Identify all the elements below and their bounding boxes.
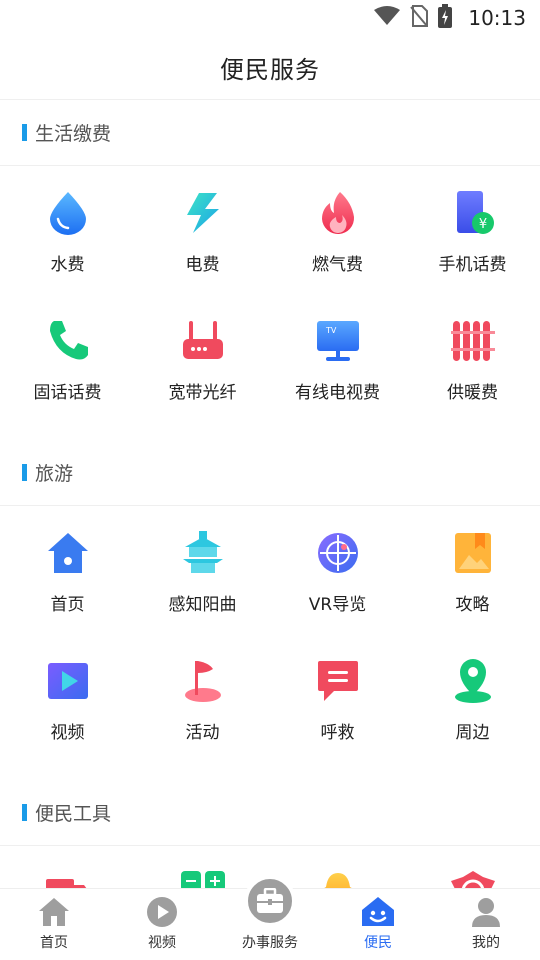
house-icon xyxy=(43,528,93,578)
phone-recharge-icon: ¥ xyxy=(448,188,498,238)
smile-icon xyxy=(360,894,396,930)
item-label: 手机话费 xyxy=(438,255,507,275)
grid-item-video[interactable]: 视频 xyxy=(0,652,135,780)
grid-item-nearby[interactable]: 周边 xyxy=(405,652,540,780)
flag-icon xyxy=(178,656,228,706)
nav-label: 便民 xyxy=(364,935,392,951)
content-scroll[interactable]: 生活缴费 水费 电费 燃气费 ¥ 手机话费 固话话费 宽带光纤 TV 有线电视费… xyxy=(0,100,540,888)
message-icon xyxy=(313,656,363,706)
radiator-icon xyxy=(448,316,498,366)
grid-item-mobile-bill[interactable]: ¥ 手机话费 xyxy=(405,184,540,312)
svg-text:TV: TV xyxy=(325,326,337,335)
nav-label: 视频 xyxy=(148,935,176,951)
nav-label: 首页 xyxy=(40,935,68,951)
payments-grid: 水费 电费 燃气费 ¥ 手机话费 固话话费 宽带光纤 TV 有线电视费 供暖费 xyxy=(0,166,540,440)
nav-video[interactable]: 视频 xyxy=(108,889,216,960)
calculator-icon xyxy=(178,868,228,888)
grid-item-heating[interactable]: 供暖费 xyxy=(405,312,540,440)
section-title: 便民工具 xyxy=(35,803,112,825)
cloud-icon xyxy=(313,868,363,888)
water-drop-icon xyxy=(43,188,93,238)
item-label: VR导览 xyxy=(308,595,367,615)
item-label: 有线电视费 xyxy=(295,383,380,403)
item-label: 水费 xyxy=(50,255,85,275)
status-bar: 10:13 xyxy=(0,0,540,36)
section-header-tools: 便民工具 xyxy=(0,780,540,846)
svg-text:¥: ¥ xyxy=(478,217,486,232)
router-icon xyxy=(178,316,228,366)
grid-item-logistics[interactable] xyxy=(0,864,135,888)
person-icon xyxy=(468,894,504,930)
flame-icon xyxy=(313,188,363,238)
wifi-icon xyxy=(374,6,401,30)
play-circle-icon xyxy=(144,894,180,930)
screen: 10:13 便民服务 生活缴费 水费 电费 燃气费 ¥ 手机话费 固话话费 宽带… xyxy=(0,0,540,960)
page-title: 便民服务 xyxy=(220,56,320,84)
grid-item-water[interactable]: 水费 xyxy=(0,184,135,312)
section-title: 旅游 xyxy=(35,463,74,485)
grid-item-guide[interactable]: 攻略 xyxy=(405,524,540,652)
status-time: 10:13 xyxy=(468,6,526,30)
lightning-icon xyxy=(178,188,228,238)
nav-label: 办事服务 xyxy=(242,935,298,951)
nav-convenience[interactable]: 便民 xyxy=(324,889,432,960)
truck-icon xyxy=(43,868,93,888)
bookmark-icon xyxy=(448,528,498,578)
item-label: 宽带光纤 xyxy=(168,383,237,403)
travel-grid: 首页 感知阳曲 VR导览 攻略 视频 活动 呼救 周边 xyxy=(0,506,540,780)
item-label: 活动 xyxy=(185,723,220,743)
grid-item-broadband[interactable]: 宽带光纤 xyxy=(135,312,270,440)
grid-item-events[interactable]: 活动 xyxy=(135,652,270,780)
section-accent-bar xyxy=(22,464,27,481)
section-header-payments: 生活缴费 xyxy=(0,100,540,166)
item-label: 供暖费 xyxy=(447,383,498,403)
grid-item-electricity[interactable]: 电费 xyxy=(135,184,270,312)
app-header: 便民服务 xyxy=(0,36,540,100)
item-label: 呼救 xyxy=(320,723,355,743)
item-label: 燃气费 xyxy=(312,255,363,275)
item-label: 周边 xyxy=(455,723,490,743)
item-label: 感知阳曲 xyxy=(168,595,237,615)
location-pin-icon xyxy=(448,656,498,706)
nav-label: 我的 xyxy=(472,935,500,951)
grid-item-landline[interactable]: 固话话费 xyxy=(0,312,135,440)
item-label: 首页 xyxy=(50,595,85,615)
home-icon xyxy=(36,894,72,930)
item-label: 视频 xyxy=(50,723,85,743)
vr-target-icon xyxy=(313,528,363,578)
item-label: 电费 xyxy=(185,255,220,275)
item-label: 攻略 xyxy=(455,595,490,615)
video-play-icon xyxy=(43,656,93,706)
nav-mine[interactable]: 我的 xyxy=(432,889,540,960)
section-accent-bar xyxy=(22,804,27,821)
nav-home[interactable]: 首页 xyxy=(0,889,108,960)
telephone-icon xyxy=(43,316,93,366)
briefcase-icon xyxy=(244,875,296,927)
battery-charging-icon xyxy=(438,4,453,32)
grid-item-gas[interactable]: 燃气费 xyxy=(270,184,405,312)
no-sim-icon xyxy=(410,5,429,31)
grid-item-discover[interactable]: 感知阳曲 xyxy=(135,524,270,652)
section-header-travel: 旅游 xyxy=(0,440,540,506)
section-accent-bar xyxy=(22,124,27,141)
train-icon xyxy=(448,868,498,888)
section-title: 生活缴费 xyxy=(35,123,112,145)
grid-item-rail[interactable] xyxy=(405,864,540,888)
grid-item-vr-tour[interactable]: VR导览 xyxy=(270,524,405,652)
tv-icon: TV xyxy=(313,316,363,366)
grid-item-travel-home[interactable]: 首页 xyxy=(0,524,135,652)
bottom-nav: 首页 视频 办事服务 便民 我的 xyxy=(0,875,540,960)
grid-item-cable-tv[interactable]: TV 有线电视费 xyxy=(270,312,405,440)
pagoda-icon xyxy=(178,528,228,578)
nav-services[interactable]: 办事服务 xyxy=(216,875,324,960)
grid-item-sos[interactable]: 呼救 xyxy=(270,652,405,780)
item-label: 固话话费 xyxy=(33,383,102,403)
